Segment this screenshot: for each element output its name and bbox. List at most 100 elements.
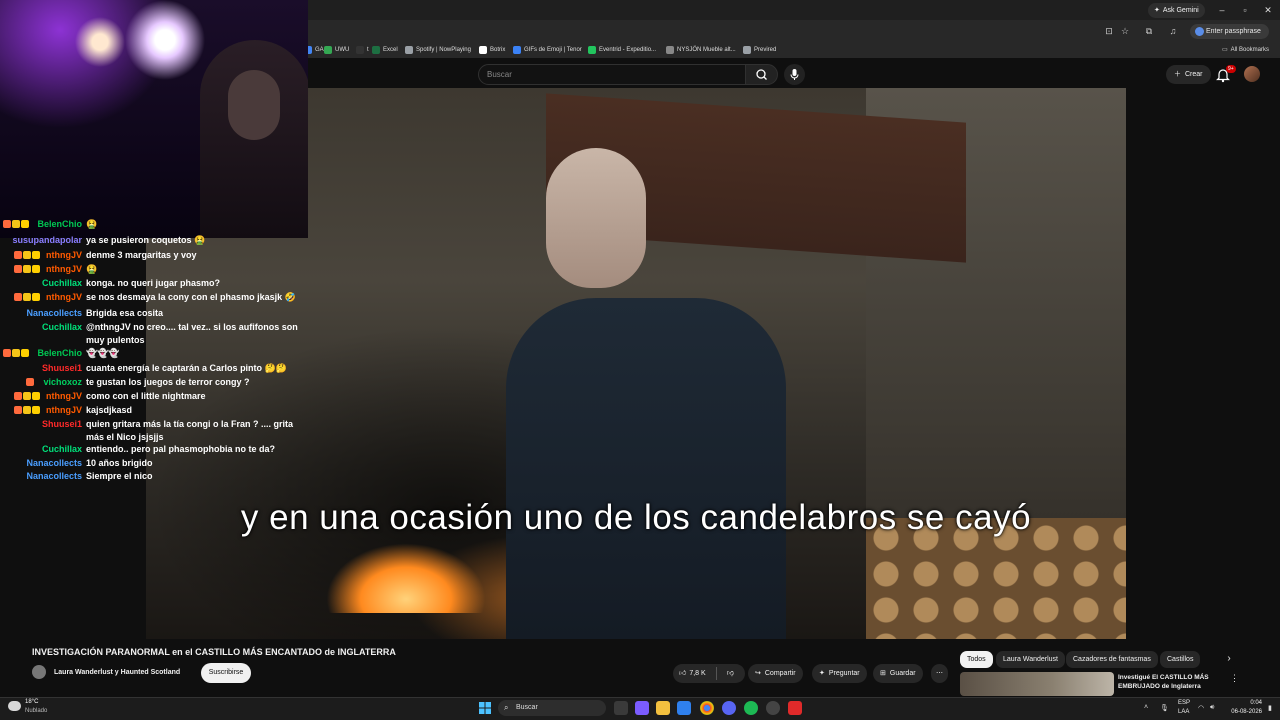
chat-username[interactable]: Nanacollects xyxy=(26,470,82,483)
chat-text: quien gritara más la tía congi o la Fran… xyxy=(86,419,294,442)
chat-username[interactable]: nthngJV xyxy=(46,263,82,276)
app-red-icon[interactable] xyxy=(788,701,802,715)
search-input[interactable]: Buscar xyxy=(478,64,746,85)
filter-chip[interactable]: Todos xyxy=(960,651,993,668)
minimize-icon[interactable]: – xyxy=(1213,2,1231,18)
bookmark-item[interactable]: GIFs de Emoji | Tenor xyxy=(513,44,582,56)
taskbar-search[interactable]: ⌕ Buscar xyxy=(498,700,606,716)
channel-name[interactable]: Laura Wanderlust y Haunted Scotland xyxy=(54,669,180,676)
dislike-button[interactable]: 👎︎ xyxy=(721,664,740,683)
task-view-icon[interactable] xyxy=(614,701,628,715)
chrome-icon[interactable] xyxy=(700,701,714,715)
ask-gemini-button[interactable]: ✦ Ask Gemini xyxy=(1148,3,1205,18)
recommended-thumbnail[interactable] xyxy=(960,672,1114,696)
start-button[interactable] xyxy=(478,701,492,715)
chat-badge-icon xyxy=(31,392,40,400)
chat-username[interactable]: BelenChio xyxy=(37,347,82,360)
volume-icon[interactable]: 🔊︎ xyxy=(1210,704,1214,712)
bookmark-item[interactable]: Eventrid - Expeditio... xyxy=(588,44,656,56)
tray-mic-icon[interactable]: 🎙︎ xyxy=(1160,704,1169,712)
profile-icon xyxy=(1195,27,1204,36)
bookmark-item[interactable]: NYSJÖN Mueble alt... xyxy=(666,44,736,56)
chat-username[interactable]: nthngJV xyxy=(46,390,82,403)
language-indicator[interactable]: ESP xyxy=(1178,700,1190,706)
copilot-icon[interactable] xyxy=(635,701,649,715)
ask-button[interactable]: ✦ Preguntar xyxy=(812,664,867,683)
subscribe-button[interactable]: Suscribirse xyxy=(201,663,251,683)
chat-username[interactable]: Nanacollects xyxy=(26,457,82,470)
discord-icon[interactable] xyxy=(722,701,736,715)
notification-count-badge: 9+ xyxy=(1226,65,1236,73)
filter-chip[interactable]: Castillos xyxy=(1160,651,1201,668)
obs-icon[interactable] xyxy=(766,701,780,715)
passphrase-button[interactable]: Enter passphrase xyxy=(1190,24,1269,39)
chat-username[interactable]: nthngJV xyxy=(46,404,82,417)
chips-next-button[interactable]: › xyxy=(1222,652,1236,666)
chat-username[interactable]: vichoxoz xyxy=(43,376,82,389)
bookmark-item[interactable]: Previred xyxy=(743,44,776,56)
bookmark-favicon-icon xyxy=(324,46,332,54)
close-icon[interactable]: ✕ xyxy=(1259,2,1277,18)
account-avatar[interactable] xyxy=(1244,66,1260,82)
save-label: Guardar xyxy=(889,670,916,677)
install-app-icon[interactable]: ⊡ xyxy=(1102,24,1116,38)
cloud-icon[interactable] xyxy=(8,701,21,711)
tray-chevron-icon[interactable]: ˄ xyxy=(1144,704,1148,711)
maximize-icon[interactable]: ▫ xyxy=(1236,2,1254,18)
more-icon: ⋯ xyxy=(936,670,943,677)
create-button[interactable]: ＋ Crear xyxy=(1166,65,1211,84)
chat-username[interactable]: Cuchillax xyxy=(42,277,82,290)
chat-text: 🤮 xyxy=(86,264,98,274)
chat-username[interactable]: susupandapolar xyxy=(12,234,82,247)
chat-badges xyxy=(13,392,40,400)
recommended-more-icon[interactable]: ⋮ xyxy=(1230,673,1239,684)
chat-badge-icon xyxy=(22,251,31,259)
filter-chip[interactable]: Cazadores de fantasmas xyxy=(1066,651,1158,668)
bookmark-item[interactable]: UWU xyxy=(324,44,349,56)
share-label: Compartir xyxy=(764,670,796,677)
weather-temp[interactable]: 18°C xyxy=(25,699,38,705)
share-button[interactable]: ↪ Compartir xyxy=(748,664,803,683)
clock-time[interactable]: 0:04 xyxy=(1240,700,1262,706)
save-button[interactable]: ⊞ Guardar xyxy=(873,664,923,683)
bookmark-label: Spotify | NowPlaying xyxy=(416,47,471,53)
bookmark-star-icon[interactable]: ☆ xyxy=(1118,24,1132,38)
chat-badge-icon xyxy=(26,378,35,386)
chat-username[interactable]: BelenChio xyxy=(37,218,82,231)
chat-username[interactable]: nthngJV xyxy=(46,249,82,262)
filter-chip[interactable]: Laura Wanderlust xyxy=(996,651,1065,668)
more-actions-button[interactable]: ⋯ xyxy=(931,664,948,683)
like-button[interactable]: 👍︎ 7,8 K xyxy=(673,664,712,683)
chat-username[interactable]: nthngJV xyxy=(46,291,82,304)
weather-desc[interactable]: Nublado xyxy=(25,708,47,714)
bookmark-item[interactable]: Excel xyxy=(372,44,398,56)
chat-username[interactable]: Cuchillax xyxy=(42,443,82,456)
chat-username[interactable]: Shuusei1 xyxy=(42,362,82,375)
voice-search-button[interactable] xyxy=(784,64,805,85)
chat-username[interactable]: Cuchillax xyxy=(42,321,82,334)
keyboard-layout-indicator[interactable]: LAA xyxy=(1178,709,1189,715)
chevron-right-icon: › xyxy=(1227,653,1231,664)
store-icon[interactable] xyxy=(677,701,691,715)
wifi-icon[interactable]: ◠ xyxy=(1198,704,1204,712)
bookmark-item[interactable]: Spotify | NowPlaying xyxy=(405,44,471,56)
clock-date[interactable]: 06-08-2026 xyxy=(1228,709,1262,715)
media-icon[interactable]: ♫ xyxy=(1166,24,1180,38)
bookmark-label: Botrix xyxy=(490,47,506,53)
recommended-title[interactable]: Investigué El CASTILLO MÁS EMBRUJADO de … xyxy=(1118,673,1228,691)
search-button[interactable] xyxy=(745,64,778,85)
gemini-icon: ✦ xyxy=(1154,7,1160,14)
spotify-icon[interactable] xyxy=(744,701,758,715)
channel-avatar[interactable] xyxy=(32,665,46,679)
chat-badges xyxy=(13,406,40,414)
all-bookmarks-button[interactable]: ▭ All Bookmarks xyxy=(1222,44,1269,56)
bookmark-item[interactable]: Botrix xyxy=(479,44,505,56)
chat-username[interactable]: Shuusei1 xyxy=(42,418,82,431)
file-explorer-icon[interactable] xyxy=(656,701,670,715)
notification-center-icon[interactable]: ▮ xyxy=(1268,704,1272,712)
bookmark-item[interactable]: t xyxy=(356,44,369,56)
bookmark-favicon-icon xyxy=(588,46,596,54)
chat-username[interactable]: Nanacollects xyxy=(26,307,82,320)
extensions-icon[interactable]: ⧉ xyxy=(1142,24,1156,38)
search-icon xyxy=(756,69,767,80)
